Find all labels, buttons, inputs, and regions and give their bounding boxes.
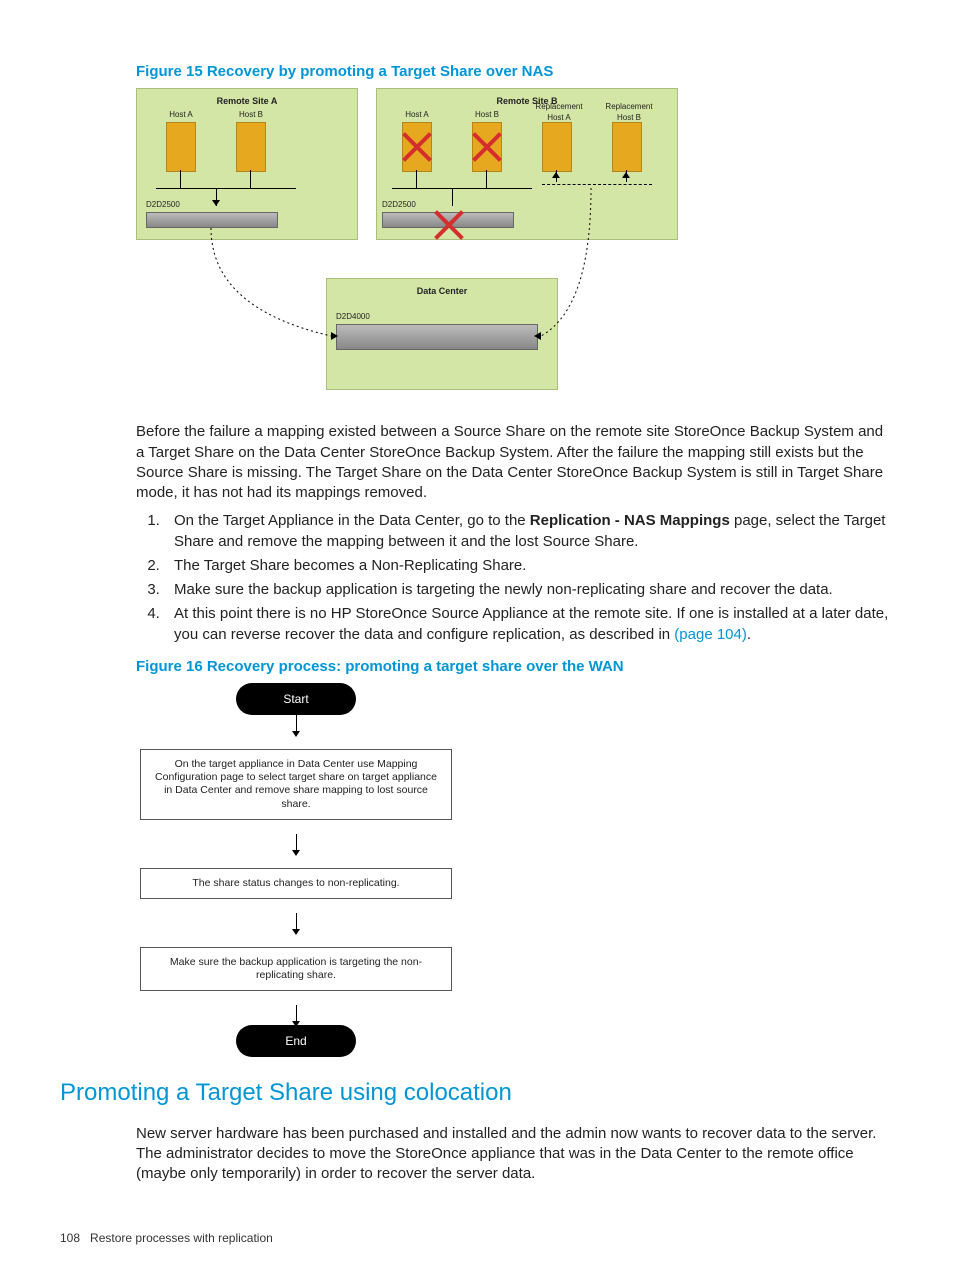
site-a-title: Remote Site A <box>137 89 357 107</box>
figure-15-caption: Figure 15 Recovery by promoting a Target… <box>136 62 894 82</box>
section-heading: Promoting a Target Share using colocatio… <box>60 1077 894 1109</box>
flow-step-3: Make sure the backup application is targ… <box>140 947 452 991</box>
step-3: Make sure the backup application is targ… <box>164 580 894 600</box>
site-b-host-a-label: Host A <box>402 110 432 121</box>
site-a-host-b-label: Host B <box>236 110 266 121</box>
step-4: At this point there is no HP StoreOnce S… <box>164 604 894 645</box>
page-footer: 108 Restore processes with replication <box>60 1230 273 1246</box>
site-b-rep-b-label: Replacement Host B <box>604 102 654 124</box>
page-number: 108 <box>60 1231 80 1245</box>
site-b-host-a <box>402 122 432 172</box>
figure-16-caption: Figure 16 Recovery process: promoting a … <box>136 657 894 677</box>
dc-device <box>336 324 538 350</box>
flow-start: Start <box>236 683 356 715</box>
figure-15-diagram: Remote Site A Host A Host B D2D2500 Remo… <box>136 88 736 408</box>
site-b-rep-a <box>542 122 572 172</box>
flow-step-2: The share status changes to non-replicat… <box>140 868 452 899</box>
step-1: On the Target Appliance in the Data Cent… <box>164 511 894 552</box>
section-paragraph: New server hardware has been purchased a… <box>136 1124 894 1185</box>
steps-list: On the Target Appliance in the Data Cent… <box>136 511 894 645</box>
site-b-host-b-label: Host B <box>472 110 502 121</box>
site-a-device <box>146 212 278 228</box>
site-b-host-b <box>472 122 502 172</box>
site-a-host-a <box>166 122 196 172</box>
page-104-link[interactable]: (page 104) <box>674 626 747 643</box>
step-2: The Target Share becomes a Non-Replicati… <box>164 556 894 576</box>
dc-title: Data Center <box>327 279 557 297</box>
site-b-device-label: D2D2500 <box>382 200 416 211</box>
flow-step-1: On the target appliance in Data Center u… <box>140 749 452 820</box>
flow-end: End <box>236 1025 356 1057</box>
site-b-rep-a-label: Replacement Host A <box>534 102 584 124</box>
site-a-host-a-label: Host A <box>166 110 196 121</box>
site-b-rep-b <box>612 122 642 172</box>
dc-device-label: D2D4000 <box>336 312 370 323</box>
site-a-host-b <box>236 122 266 172</box>
footer-title: Restore processes with replication <box>90 1231 273 1245</box>
site-b-device <box>382 212 514 228</box>
figure-16-flowchart: Start On the target appliance in Data Ce… <box>136 683 456 1057</box>
site-a-device-label: D2D2500 <box>146 200 180 211</box>
intro-paragraph: Before the failure a mapping existed bet… <box>136 422 894 503</box>
